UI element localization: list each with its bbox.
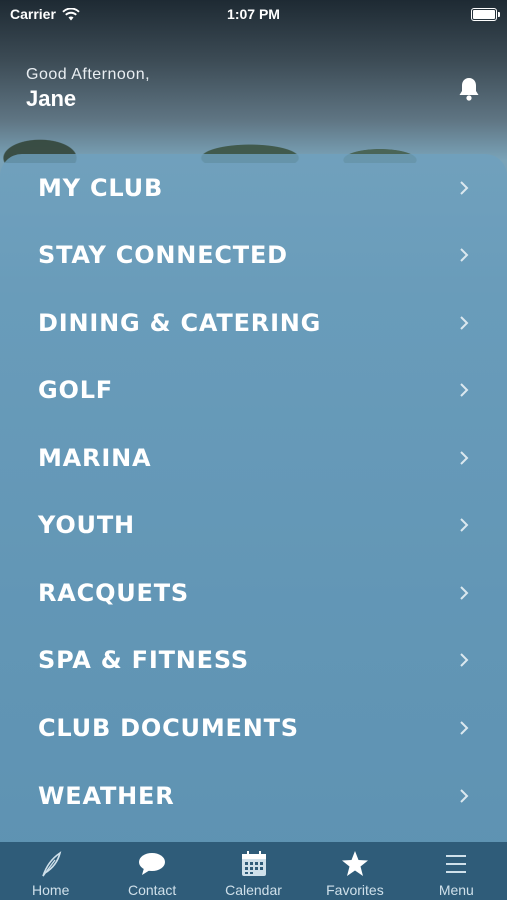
tab-label: Contact <box>127 882 177 898</box>
status-time: 1:07 PM <box>227 6 280 22</box>
tab-calendar[interactable]: Calendar <box>203 842 304 900</box>
chevron-right-icon <box>460 517 469 532</box>
menu-item-stay-connected[interactable]: STAY CONNECTED <box>0 221 507 288</box>
chevron-right-icon <box>460 720 469 735</box>
star-icon <box>341 851 368 876</box>
tab-contact[interactable]: Contact <box>101 842 202 900</box>
chevron-right-icon <box>460 315 469 330</box>
battery-icon <box>471 7 500 21</box>
status-bar: Carrier 1:07 PM <box>0 0 507 28</box>
menu-item-label: MARINA <box>38 443 152 472</box>
chevron-right-icon <box>460 382 469 397</box>
menu-item-label: YOUTH <box>38 510 135 539</box>
tab-favorites[interactable]: Favorites <box>304 842 405 900</box>
menu-item-golf[interactable]: GOLF <box>0 356 507 423</box>
tab-bar: Home Contact Calendar Favorites Menu <box>0 842 507 900</box>
chat-bubble-icon <box>139 853 166 875</box>
menu-item-spa-fitness[interactable]: SPA & FITNESS <box>0 626 507 693</box>
chevron-right-icon <box>460 180 469 195</box>
tab-label: Calendar <box>225 882 282 898</box>
tab-home[interactable]: Home <box>0 842 101 900</box>
menu-item-youth[interactable]: YOUTH <box>0 491 507 558</box>
bell-icon[interactable] <box>457 76 481 102</box>
menu-item-label: DINING & CATERING <box>38 308 322 337</box>
main-menu-panel: MY CLUB STAY CONNECTED DINING & CATERING… <box>0 154 507 842</box>
chevron-right-icon <box>460 450 469 465</box>
menu-item-label: MY CLUB <box>38 173 164 202</box>
menu-item-label: GOLF <box>38 375 113 404</box>
greeting-block: Good Afternoon, Jane <box>26 66 150 112</box>
chevron-right-icon <box>460 652 469 667</box>
battery-fill <box>473 9 495 19</box>
menu-item-marina[interactable]: MARINA <box>0 424 507 491</box>
menu-item-club-documents[interactable]: CLUB DOCUMENTS <box>0 694 507 761</box>
chevron-right-icon <box>460 788 469 803</box>
greeting-text: Good Afternoon, <box>26 66 151 83</box>
menu-item-label: CLUB DOCUMENTS <box>38 713 299 742</box>
user-name: Jane <box>26 86 77 111</box>
menu-item-label: RACQUETS <box>38 578 190 607</box>
calendar-icon <box>241 851 266 876</box>
menu-item-my-club[interactable]: MY CLUB <box>0 154 507 221</box>
tab-menu[interactable]: Menu <box>406 842 507 900</box>
hamburger-icon <box>446 855 467 873</box>
menu-item-label: WEATHER <box>38 781 175 810</box>
menu-item-racquets[interactable]: RACQUETS <box>0 559 507 626</box>
menu-item-dining-catering[interactable]: DINING & CATERING <box>0 289 507 356</box>
menu-item-label: STAY CONNECTED <box>38 240 288 269</box>
chevron-right-icon <box>460 585 469 600</box>
menu-item-label: SPA & FITNESS <box>38 645 249 674</box>
tab-label: Menu <box>438 882 474 898</box>
menu-item-weather[interactable]: WEATHER <box>0 762 507 829</box>
tab-label: Home <box>32 882 70 898</box>
tab-label: Favorites <box>326 882 384 898</box>
feather-icon <box>41 851 61 877</box>
chevron-right-icon <box>460 247 469 262</box>
